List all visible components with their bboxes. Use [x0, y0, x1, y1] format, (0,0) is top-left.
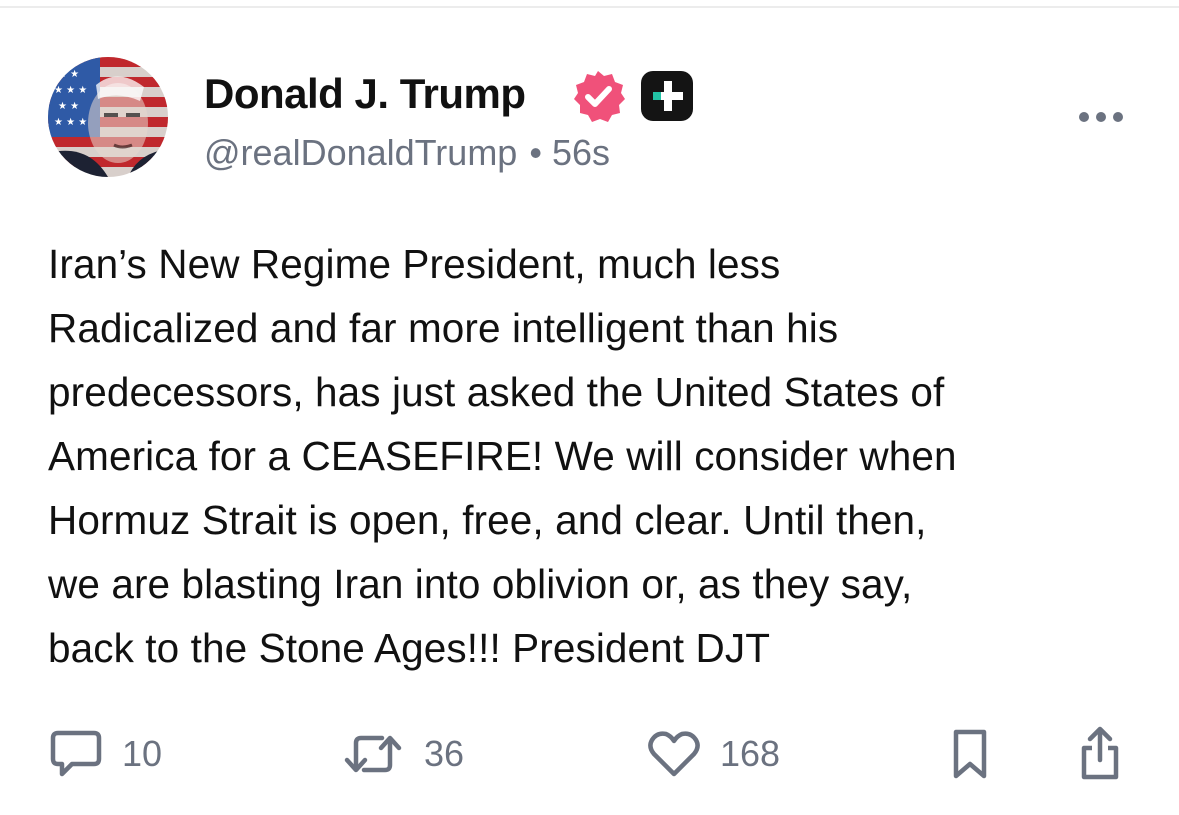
reply-count: 10	[122, 733, 163, 774]
avatar[interactable]: ★ ★ ★ ★ ★ ★ ★ ★ ★ ★	[48, 57, 168, 177]
dot-separator: •	[529, 132, 542, 173]
display-name[interactable]: Donald J. Trump	[204, 70, 526, 118]
share-icon	[1081, 726, 1119, 780]
svg-text:★ ★ ★: ★ ★ ★	[54, 85, 87, 96]
avatar-image: ★ ★ ★ ★ ★ ★ ★ ★ ★ ★	[48, 57, 168, 177]
post-timestamp[interactable]: 56s	[552, 132, 610, 173]
post: ★ ★ ★ ★ ★ ★ ★ ★ ★ ★ Donald J. Trump @rea…	[0, 0, 1179, 815]
more-horizontal-icon[interactable]	[1076, 104, 1126, 130]
svg-text:★ ★: ★ ★	[58, 69, 79, 80]
plus-badge-icon	[640, 70, 694, 122]
repost-button[interactable]: 36	[342, 726, 464, 782]
repost-count: 36	[424, 733, 465, 774]
svg-text:★ ★ ★: ★ ★ ★	[54, 117, 87, 128]
like-button[interactable]: 168	[648, 726, 780, 782]
heart-icon	[648, 731, 700, 777]
svg-text:★ ★: ★ ★	[58, 101, 79, 112]
repost-icon	[344, 735, 402, 773]
like-count: 168	[720, 733, 781, 774]
post-body-text: Iran’s New Regime President, much less R…	[48, 241, 957, 671]
reply-button[interactable]: 10	[50, 726, 162, 782]
handle-line: @realDonaldTrump • 56s	[204, 132, 610, 174]
bookmark-icon	[953, 729, 987, 779]
author-handle[interactable]: @realDonaldTrump	[204, 132, 517, 173]
share-button[interactable]	[1076, 726, 1124, 782]
bookmark-button[interactable]	[950, 726, 990, 782]
verified-badge-icon	[570, 68, 626, 124]
reply-icon	[50, 730, 102, 777]
